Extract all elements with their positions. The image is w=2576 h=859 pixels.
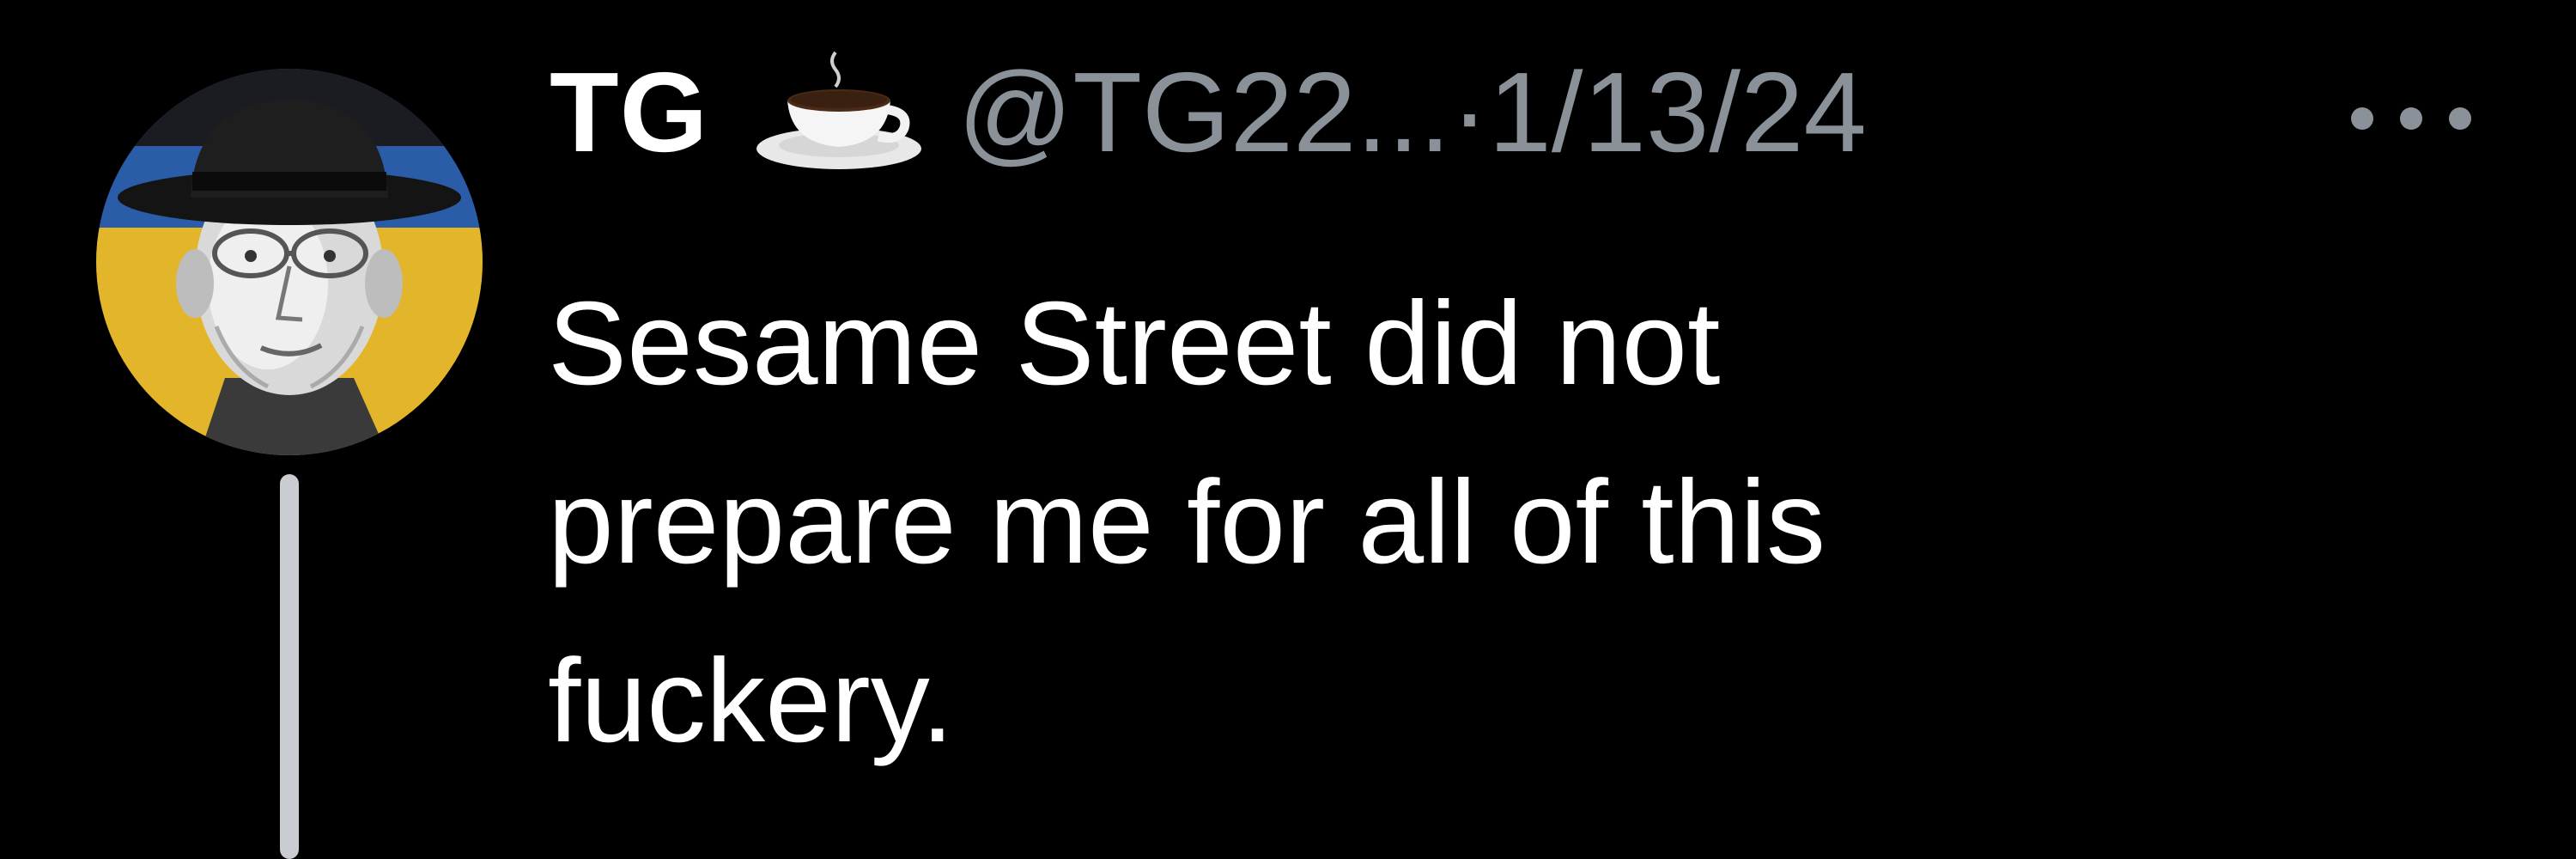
more-dot — [2449, 107, 2471, 130]
thread-connector-line — [280, 474, 299, 859]
avatar[interactable] — [96, 69, 483, 455]
more-horizontal-icon[interactable] — [2351, 93, 2471, 144]
author-name[interactable]: TG — [550, 47, 708, 177]
more-dot — [2400, 107, 2422, 130]
tweet-text: Sesame Street did not prepare me for all… — [548, 277, 1826, 767]
tweet-date[interactable]: 1/13/24 — [1488, 47, 1866, 177]
coffee-cup-icon — [753, 47, 925, 176]
header-separator: · — [1450, 48, 1489, 175]
avatar-image — [96, 69, 483, 455]
more-dot — [2351, 107, 2373, 130]
tweet-header: TG @TG22... · 1/13/24 — [550, 34, 1867, 189]
author-handle[interactable]: @TG22... — [957, 47, 1450, 177]
tweet: TG @TG22... · 1/13/24 Sesame Street did … — [0, 0, 2576, 859]
